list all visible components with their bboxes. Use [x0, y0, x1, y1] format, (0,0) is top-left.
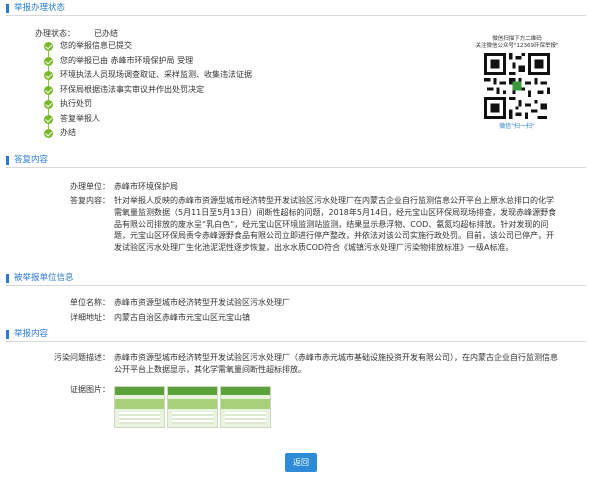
reply-section-header: 答复内容	[6, 155, 586, 168]
step-label: 办结	[60, 128, 76, 137]
reported-unit-section-title: 被举报单位信息	[14, 273, 74, 283]
status-label: 办理状态：	[35, 29, 75, 38]
step-label: 您的举报已由 赤峰市环境保护局 受理	[60, 55, 194, 65]
progress-step: 答复举报人	[44, 112, 374, 136]
check-circle-icon	[44, 129, 53, 138]
qr-tip-line1: 微信扫描下方二维码	[492, 36, 542, 42]
section-marker	[6, 274, 9, 283]
report-content-section-title: 举报内容	[14, 329, 49, 339]
wechat-qr-panel: 微信扫描下方二维码 关注微信公众号"12369环保举报" 微信"扫一扫"	[473, 36, 561, 130]
qr-tip-line2: 关注微信公众号"12369环保举报"	[475, 43, 559, 49]
status-value: 已办结	[94, 29, 118, 38]
unit-name-value: 赤峰市资源型城市经济转型开发试验区污水处理厂	[114, 298, 290, 307]
evidence-image-thumbnail[interactable]	[167, 386, 218, 428]
reply-content-label: 答复内容：	[70, 196, 110, 205]
step-label: 环境执法人员现场调查取证、采样监测、收集违法证据	[60, 70, 252, 79]
progress-step: 您的举报信息已提交	[44, 39, 374, 63]
report-content-section-header: 举报内容	[6, 329, 586, 342]
back-button[interactable]: 返回	[285, 453, 317, 472]
progress-step: 环保局根据违法事实审议并作出处罚决定	[44, 83, 374, 107]
reply-section-title: 答复内容	[14, 155, 49, 165]
progress-step: 您的举报已由 赤峰市环境保护局 受理	[44, 54, 374, 78]
address-value: 内蒙古自治区赤峰市元宝山区元宝山镇	[114, 313, 250, 322]
progress-steps: 您的举报信息已提交 您的举报已由 赤峰市环境保护局 受理 环境执法人员现场调查取…	[44, 39, 374, 141]
section-marker	[6, 4, 9, 13]
unit-name-label: 单位名称：	[70, 298, 110, 307]
pollution-desc-label: 污染问题描述：	[54, 353, 110, 362]
evidence-images-label: 证据图片：	[70, 385, 110, 394]
step-label: 答复举报人	[60, 113, 100, 123]
step-label: 环保局根据违法事实审议并作出处罚决定	[60, 84, 204, 94]
step-label: 执行处罚	[60, 99, 92, 108]
unit-value: 赤峰市环境保护局	[114, 182, 178, 191]
progress-step: 执行处罚	[44, 97, 374, 121]
reply-content-value: 针对举报人反映的赤峰市资源型城市经济转型开发试验区污水处理厂在内蒙古企业自行监测…	[114, 196, 557, 253]
pollution-desc-value: 赤峰市资源型城市经济转型开发试验区污水处理厂（赤峰市赤元城市基础设施投资开发有限…	[114, 353, 558, 374]
address-label: 详细地址：	[70, 313, 110, 322]
reported-unit-section-header: 被举报单位信息	[6, 273, 586, 286]
qr-code-icon	[484, 53, 550, 119]
status-section-title: 举报办理状态	[14, 3, 66, 13]
evidence-image-thumbnail[interactable]	[220, 386, 271, 428]
evidence-image-thumbnail[interactable]	[114, 386, 165, 428]
section-marker	[6, 330, 9, 339]
step-label: 您的举报信息已提交	[60, 41, 132, 50]
section-marker	[6, 156, 9, 165]
progress-step: 环境执法人员现场调查取证、采样监测、收集违法证据	[44, 68, 374, 92]
status-section-header: 举报办理状态	[6, 3, 586, 16]
unit-label: 办理单位：	[70, 182, 110, 191]
progress-step: 办结	[44, 126, 374, 141]
qr-scan-label: 微信"扫一扫"	[499, 123, 535, 130]
